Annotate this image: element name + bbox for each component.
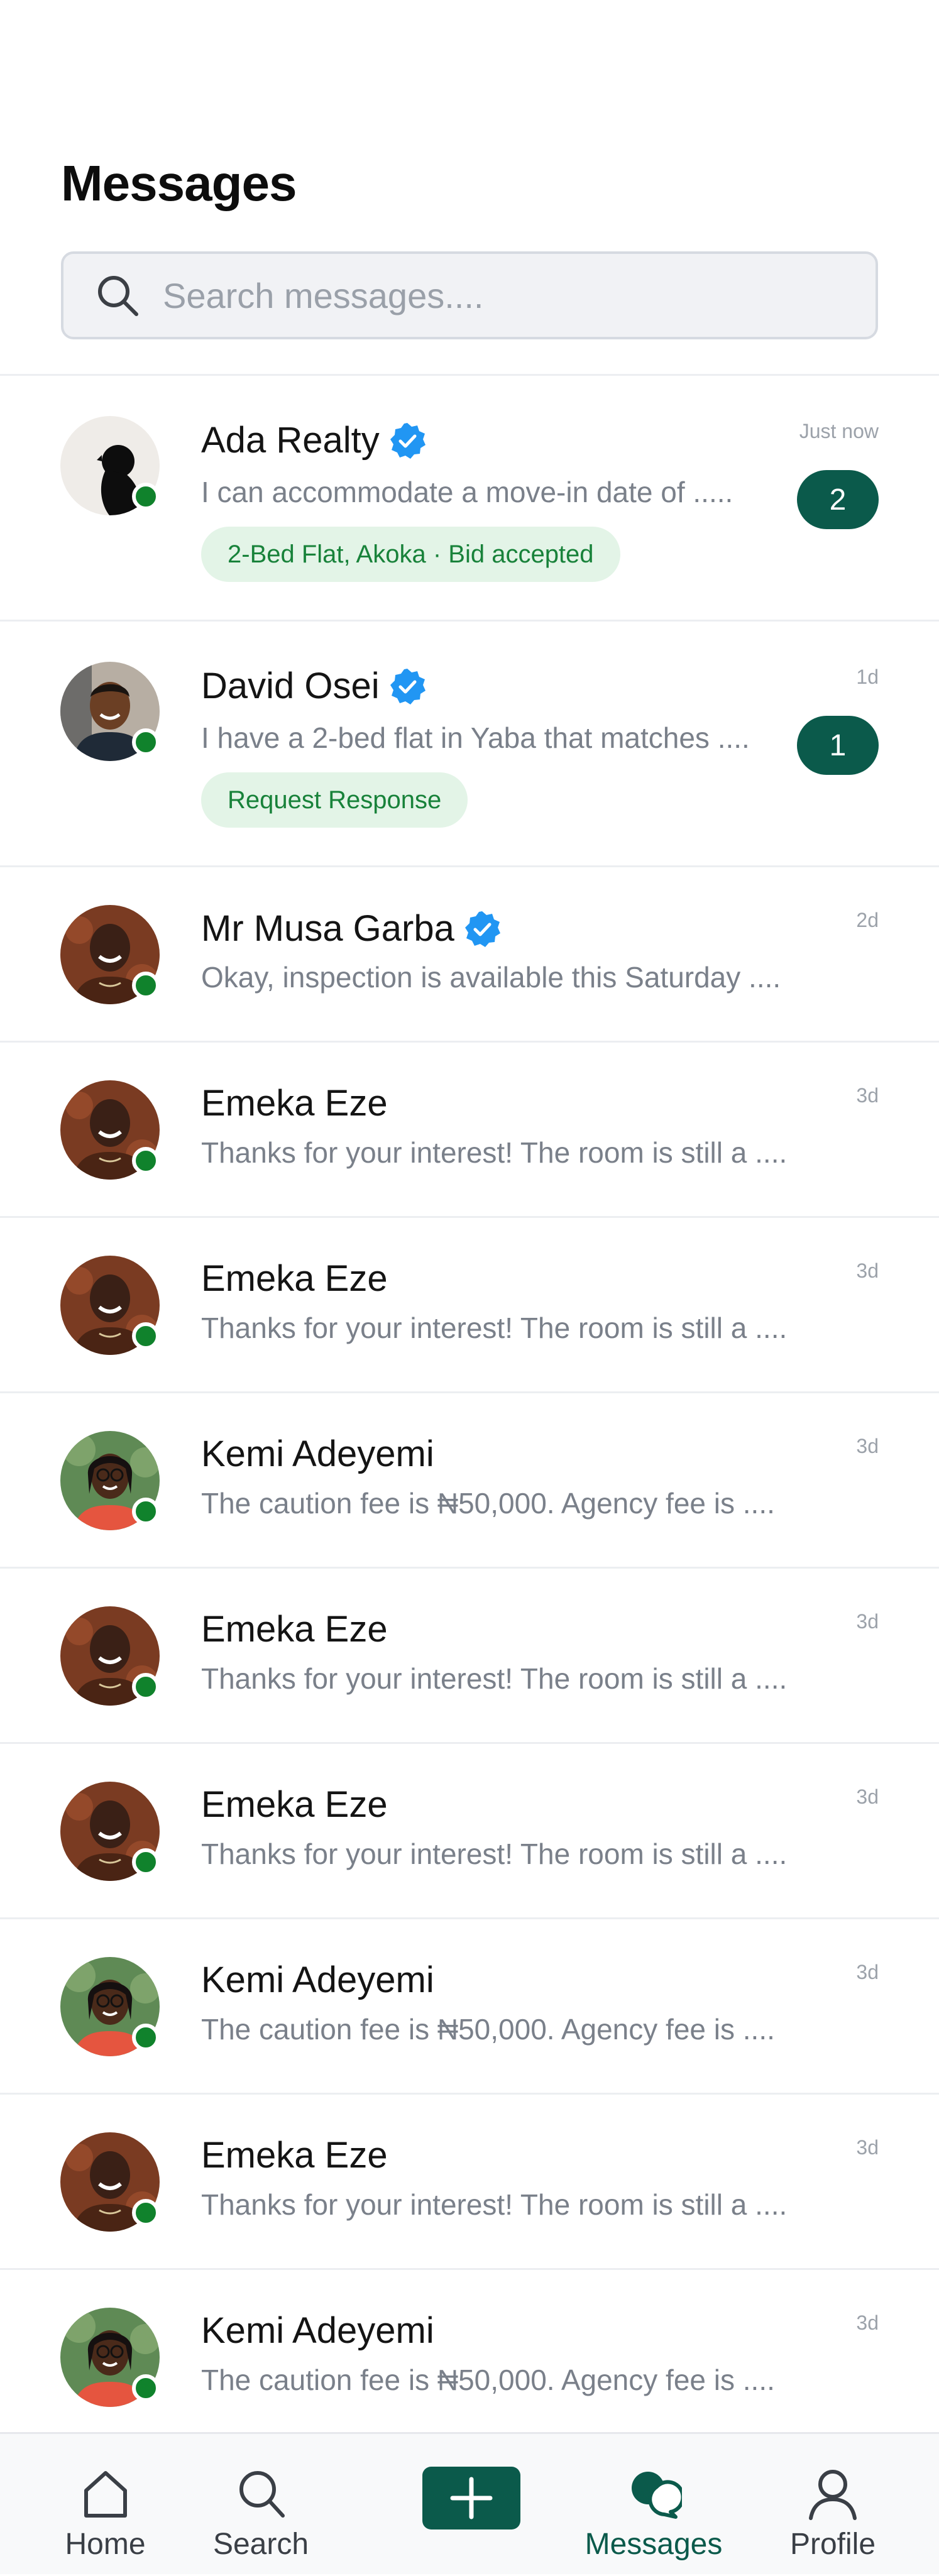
- online-status-dot: [132, 1673, 160, 1701]
- message-time: 3d: [856, 1961, 879, 1983]
- plus-icon: [446, 2473, 497, 2523]
- search-input[interactable]: [163, 267, 823, 324]
- contact-name-line: Emeka Eze: [201, 1611, 388, 1648]
- message-preview: The caution fee is ₦50,000. Agency fee i…: [201, 2364, 775, 2396]
- status-tag: 2-Bed Flat, Akoka · Bid accepted: [201, 527, 620, 582]
- message-time: 2d: [856, 909, 879, 931]
- message-time: 3d: [856, 2136, 879, 2159]
- message-preview: Thanks for your interest! The room is st…: [201, 1136, 788, 1169]
- nav-home-label: Home: [65, 2528, 146, 2561]
- add-button[interactable]: [422, 2467, 520, 2529]
- conversation-row[interactable]: Mr Musa Garba Okay, inspection is availab…: [0, 867, 939, 1043]
- message-preview: Thanks for your interest! The room is st…: [201, 1838, 788, 1870]
- conversation-list: Ada Realty I can accommodate a move-in da…: [0, 376, 939, 2445]
- conversation-row[interactable]: Ada Realty I can accommodate a move-in da…: [0, 376, 939, 622]
- user-icon: [804, 2465, 861, 2522]
- contact-name-line: Mr Musa Garba: [201, 910, 501, 948]
- contact-name-line: Kemi Adeyemi: [201, 1962, 434, 1998]
- contact-name: Emeka Eze: [201, 1083, 388, 1124]
- message-time: 1d: [856, 666, 879, 688]
- contact-name: Emeka Eze: [201, 2135, 388, 2176]
- online-status-dot: [132, 2199, 160, 2227]
- status-tag: Request Response: [201, 772, 468, 828]
- conversation-row[interactable]: Emeka Eze Thanks for your interest! The r…: [0, 1744, 939, 1919]
- nav-profile-label: Profile: [789, 2528, 876, 2561]
- conversation-row[interactable]: Kemi Adeyemi The caution fee is ₦50,000. …: [0, 2270, 939, 2445]
- header: Messages: [0, 0, 939, 376]
- contact-name: Emeka Eze: [201, 1609, 388, 1650]
- contact-name: Kemi Adeyemi: [201, 1433, 434, 1474]
- online-status-dot: [132, 1147, 160, 1175]
- message-preview: The caution fee is ₦50,000. Agency fee i…: [201, 1487, 775, 1520]
- unread-count-badge: 2: [797, 470, 879, 529]
- conversation-row[interactable]: Emeka Eze Thanks for your interest! The r…: [0, 1569, 939, 1744]
- message-preview: Thanks for your interest! The room is st…: [201, 1312, 788, 1344]
- online-status-dot: [132, 728, 160, 756]
- conversation-row[interactable]: Emeka Eze Thanks for your interest! The r…: [0, 1043, 939, 1218]
- search-icon: [233, 2465, 289, 2522]
- home-icon: [77, 2465, 134, 2522]
- message-time: 3d: [856, 1259, 879, 1282]
- nav-search[interactable]: Search: [211, 2434, 311, 2576]
- contact-name: Kemi Adeyemi: [201, 2310, 434, 2351]
- bottom-nav: Home Search Messages Profile: [0, 2432, 939, 2574]
- nav-profile[interactable]: Profile: [786, 2434, 880, 2576]
- conversation-row[interactable]: Kemi Adeyemi The caution fee is ₦50,000. …: [0, 1919, 939, 2095]
- message-preview: Thanks for your interest! The room is st…: [201, 1662, 788, 1695]
- online-status-dot: [132, 2024, 160, 2051]
- contact-name-line: David Osei: [201, 667, 426, 705]
- verified-badge-icon: [388, 667, 426, 705]
- nav-messages[interactable]: Messages: [578, 2434, 729, 2576]
- contact-name: Emeka Eze: [201, 1258, 388, 1299]
- contact-name-line: Kemi Adeyemi: [201, 1436, 434, 1472]
- contact-name-line: Kemi Adeyemi: [201, 2313, 434, 2349]
- verified-badge-icon: [463, 910, 501, 948]
- unread-count-badge: 1: [797, 716, 879, 775]
- message-preview: Okay, inspection is available this Satur…: [201, 961, 781, 994]
- contact-name: Kemi Adeyemi: [201, 1959, 434, 2000]
- message-preview: Thanks for your interest! The room is st…: [201, 2188, 788, 2221]
- conversation-row[interactable]: Emeka Eze Thanks for your interest! The r…: [0, 2095, 939, 2270]
- nav-messages-label: Messages: [585, 2528, 723, 2561]
- message-time: 3d: [856, 2311, 879, 2334]
- verified-badge-icon: [388, 422, 426, 459]
- contact-name: Mr Musa Garba: [201, 908, 454, 949]
- online-status-dot: [132, 483, 160, 510]
- conversation-row[interactable]: Emeka Eze Thanks for your interest! The r…: [0, 1218, 939, 1393]
- page-title: Messages: [61, 155, 297, 211]
- chat-bubbles-icon: [625, 2465, 682, 2522]
- conversation-row[interactable]: David Osei I have a 2-bed flat in Yaba th…: [0, 622, 939, 867]
- online-status-dot: [132, 1322, 160, 1350]
- message-preview: The caution fee is ₦50,000. Agency fee i…: [201, 2013, 775, 2046]
- contact-name-line: Emeka Eze: [201, 2137, 388, 2174]
- message-time: Just now: [799, 420, 879, 442]
- message-preview: I have a 2-bed flat in Yaba that matches…: [201, 721, 750, 754]
- contact-name: Emeka Eze: [201, 1784, 388, 1825]
- message-time: 3d: [856, 1084, 879, 1107]
- contact-name-line: Emeka Eze: [201, 1787, 388, 1823]
- message-time: 3d: [856, 1435, 879, 1457]
- contact-name-line: Ada Realty: [201, 422, 426, 459]
- message-time: 3d: [856, 1785, 879, 1808]
- search-icon: [95, 273, 140, 318]
- nav-search-label: Search: [212, 2528, 309, 2561]
- online-status-dot: [132, 1848, 160, 1876]
- contact-name: Ada Realty: [201, 420, 380, 461]
- conversation-row[interactable]: Kemi Adeyemi The caution fee is ₦50,000. …: [0, 1393, 939, 1569]
- search-bar[interactable]: [61, 251, 878, 339]
- message-time: 3d: [856, 1610, 879, 1633]
- online-status-dot: [132, 1498, 160, 1525]
- contact-name-line: Emeka Eze: [201, 1085, 388, 1122]
- online-status-dot: [132, 972, 160, 999]
- contact-name: David Osei: [201, 666, 380, 706]
- message-preview: I can accommodate a move-in date of ....…: [201, 476, 733, 508]
- online-status-dot: [132, 2374, 160, 2402]
- nav-home[interactable]: Home: [63, 2434, 148, 2576]
- contact-name-line: Emeka Eze: [201, 1261, 388, 1297]
